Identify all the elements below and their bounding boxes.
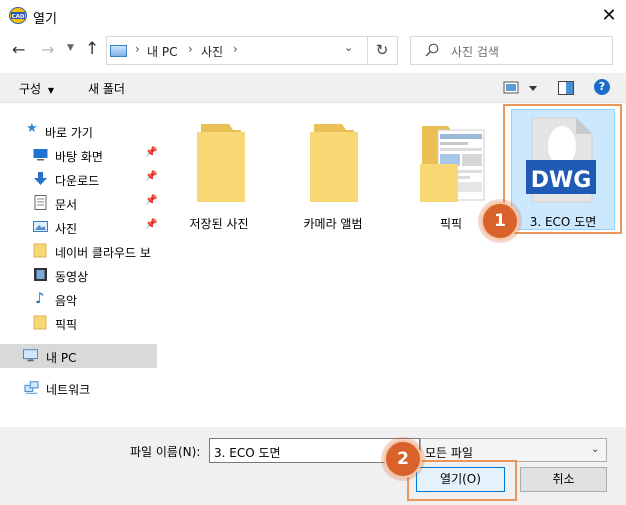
nav-item-label: 바탕 화면 — [55, 150, 103, 164]
folder-icon — [33, 315, 47, 330]
folder-item[interactable]: 카메라 앨범 — [288, 112, 378, 232]
nav-item-label: 다운로드 — [55, 174, 100, 188]
chevron-down-icon[interactable]: ▼ — [67, 43, 74, 53]
nav-item-network[interactable]: 네트워크 — [20, 377, 158, 399]
title-bar: CAD 열기 ✕ — [0, 0, 626, 32]
chevron-down-icon[interactable]: ⌄ — [344, 41, 353, 54]
svg-text:CAD: CAD — [12, 14, 25, 20]
folder-icon — [33, 243, 47, 258]
pin-icon: 📌 — [145, 147, 158, 158]
back-arrow-icon[interactable]: ← — [12, 40, 25, 59]
chevron-down-icon: ⌄ — [591, 444, 600, 455]
search-placeholder: 사진 검색 — [451, 45, 499, 59]
organize-button[interactable]: 구성 ▼ — [19, 80, 54, 97]
nav-item-label: 픽픽 — [55, 318, 78, 332]
folder-item[interactable]: 저장된 사진 — [174, 112, 264, 232]
pin-icon: 📌 — [145, 171, 158, 182]
annotation-highlight — [407, 460, 517, 501]
filename-value: 3. ECO 도면 — [214, 446, 281, 460]
close-button[interactable]: ✕ — [595, 4, 623, 28]
help-button[interactable]: ? — [594, 79, 610, 95]
folder-label: 저장된 사진 — [189, 217, 249, 231]
search-icon — [425, 43, 439, 57]
nav-item-pictures[interactable]: 사진 📌 — [20, 216, 158, 238]
chevron-right-icon: › — [135, 42, 140, 56]
breadcrumb-pictures[interactable]: 사진 — [201, 43, 223, 60]
nav-item-label: 사진 — [55, 222, 78, 236]
search-input[interactable]: 사진 검색 — [410, 36, 613, 65]
chevron-right-icon: › — [188, 42, 193, 56]
preview-pane-icon — [558, 81, 574, 95]
nav-quick-access[interactable]: ★ 바로 가기 — [10, 120, 148, 142]
monitor-icon — [23, 349, 38, 362]
preview-pane-button[interactable] — [557, 79, 575, 97]
document-icon — [34, 195, 47, 210]
nav-item-label: 네이버 클라우드 보 — [55, 246, 151, 260]
chevron-right-icon: › — [233, 42, 238, 56]
nav-item-documents[interactable]: 문서 📌 — [20, 192, 158, 214]
nav-item-label: 음악 — [55, 294, 78, 308]
window-title: 열기 — [33, 12, 57, 27]
annotation-highlight — [503, 104, 622, 234]
organize-label: 구성 — [19, 82, 42, 96]
monitor-icon — [110, 45, 127, 57]
filename-label: 파일 이름(N): — [130, 445, 201, 459]
folder-icon — [197, 124, 245, 202]
breadcrumb-this-pc[interactable]: 내 PC — [147, 43, 177, 60]
nav-item-this-pc[interactable]: 내 PC — [0, 344, 157, 368]
nav-item-naver-cloud[interactable]: 네이버 클라우드 보 — [20, 240, 158, 262]
nav-item-videos[interactable]: 동영상 — [20, 264, 158, 286]
address-bar[interactable]: › 내 PC › 사진 › ⌄ — [106, 36, 368, 65]
nav-item-music[interactable]: ♪ 음악 — [20, 288, 158, 310]
app-icon: CAD — [9, 7, 27, 24]
filetype-select[interactable]: 모든 파일 ⌄ — [420, 438, 607, 462]
folder-thumbnail-icon — [420, 126, 485, 202]
nav-item-label: 동영상 — [55, 270, 89, 284]
nav-item-downloads[interactable]: 다운로드 📌 — [20, 168, 158, 190]
command-toolbar: 구성 ▼ 새 폴더 ? — [0, 73, 626, 103]
nav-item-desktop[interactable]: 바탕 화면 📌 — [20, 144, 158, 166]
music-note-icon: ♪ — [35, 289, 45, 307]
star-icon: ★ — [26, 121, 38, 136]
navigation-pane: ★ 바로 가기 바탕 화면 📌 다운로드 📌 문서 📌 사진 📌 네이버 클라우… — [0, 104, 158, 427]
pin-icon: 📌 — [145, 219, 158, 230]
forward-arrow-icon[interactable]: → — [41, 40, 54, 59]
cancel-button[interactable]: 취소 — [520, 467, 607, 492]
desktop-icon — [33, 149, 48, 161]
folder-label: 카메라 앨범 — [303, 217, 363, 231]
new-folder-button[interactable]: 새 폴더 — [88, 80, 125, 97]
network-icon — [24, 381, 39, 394]
pictures-icon — [33, 221, 48, 232]
download-arrow-icon — [34, 172, 47, 185]
view-options-button[interactable] — [503, 79, 539, 97]
caret-down-icon: ▼ — [47, 86, 55, 95]
up-arrow-icon[interactable]: ↑ — [85, 39, 99, 59]
annotation-badge-2: 2 — [384, 440, 422, 478]
filetype-value: 모든 파일 — [425, 446, 473, 460]
refresh-button[interactable]: ↻ — [367, 36, 398, 65]
nav-item-picpick[interactable]: 픽픽 — [20, 312, 158, 334]
folder-icon — [310, 124, 358, 202]
nav-network-label: 네트워크 — [46, 383, 91, 397]
nav-quick-access-label: 바로 가기 — [45, 126, 93, 140]
video-icon — [34, 268, 47, 281]
pin-icon: 📌 — [145, 195, 158, 206]
annotation-badge-1: 1 — [481, 202, 519, 240]
view-icon — [503, 81, 537, 94]
nav-this-pc-label: 내 PC — [46, 351, 77, 365]
nav-item-label: 문서 — [55, 198, 78, 212]
